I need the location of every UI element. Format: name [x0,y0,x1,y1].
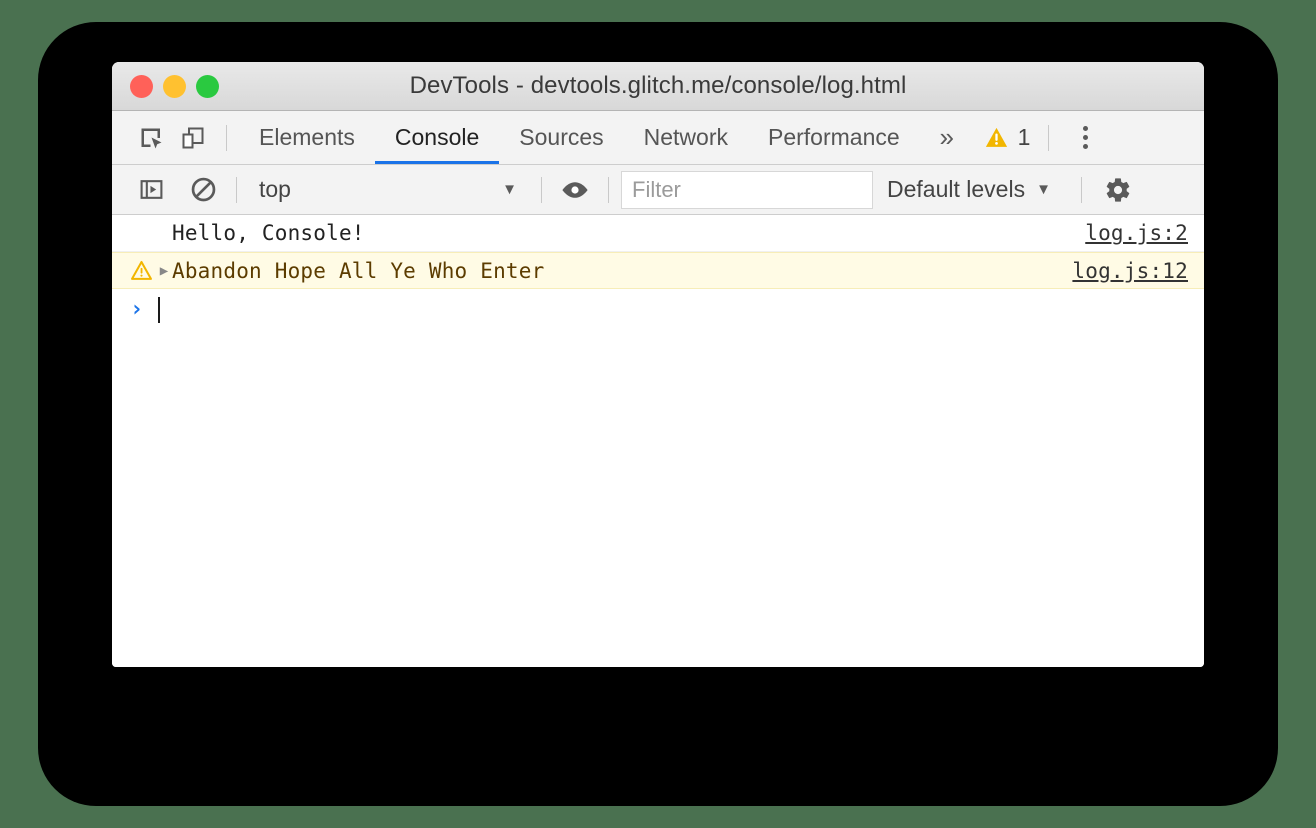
window-titlebar: DevTools - devtools.glitch.me/console/lo… [112,62,1204,111]
javascript-context-selector[interactable]: top ▼ [249,171,529,209]
console-message-row[interactable]: Hello, Console! log.js:2 [112,215,1204,252]
console-prompt-row[interactable]: › [112,289,1204,331]
toolbar-divider-3 [608,176,609,203]
console-filter-input[interactable] [621,170,873,209]
console-sidebar-toggle-icon[interactable] [130,170,172,210]
warning-icon [130,259,156,282]
warning-icon [985,127,1007,147]
tabbar-divider-right [1048,124,1050,151]
text-cursor [158,297,160,323]
console-log-levels-value: Default levels [887,176,1026,202]
kebab-dot [1082,126,1088,131]
tab-network[interactable]: Network [624,111,748,164]
maximize-window-button[interactable] [196,74,219,98]
warning-count-badge[interactable]: 1 [974,124,1037,151]
close-window-button[interactable] [130,74,153,98]
prompt-chevron-icon: › [130,297,144,322]
toolbar-divider-1 [236,176,237,203]
kebab-dot [1082,135,1088,140]
tab-console-label: Console [394,124,480,150]
tab-sources[interactable]: Sources [499,111,623,164]
more-tabs-chevron-icon[interactable]: » [920,118,974,158]
kebab-dot [1082,144,1088,149]
toolbar-divider-4 [1080,176,1082,203]
window-title: DevTools - devtools.glitch.me/console/lo… [409,72,907,99]
inspect-element-icon[interactable] [130,118,172,158]
console-message-text: Abandon Hope All Ye Who Enter [172,258,545,283]
traffic-light-group [130,62,219,110]
console-message-row[interactable]: ▶ Abandon Hope All Ye Who Enter log.js:1… [112,252,1204,289]
tab-console[interactable]: Console [374,111,500,164]
message-expander-triangle-icon[interactable]: ▶ [156,264,172,278]
device-toolbar-icon[interactable] [172,118,214,158]
chevron-down-icon: ▼ [502,181,517,198]
live-expression-eye-icon[interactable] [554,170,596,210]
devtools-window: DevTools - devtools.glitch.me/console/lo… [112,62,1204,667]
devtools-tabbar: Elements Console Sources Network Perform… [112,111,1204,165]
console-message-text: Hello, Console! [172,221,365,245]
tab-elements[interactable]: Elements [239,111,375,164]
console-log-levels-selector[interactable]: Default levels ▼ [873,171,1065,209]
toolbar-divider-2 [541,176,542,203]
clear-console-icon[interactable] [182,170,224,210]
tab-performance-label: Performance [768,124,900,150]
tab-elements-label: Elements [259,124,355,150]
tabbar-divider [226,124,227,151]
more-tabs-label: » [939,122,954,152]
minimize-window-button[interactable] [163,74,186,98]
console-toolbar: top ▼ Default levels ▼ [112,165,1204,215]
console-message-list[interactable]: Hello, Console! log.js:2 ▶ Abandon Hope … [112,215,1204,667]
tab-performance[interactable]: Performance [748,111,920,164]
tab-sources-label: Sources [519,124,604,150]
javascript-context-value: top [259,176,291,202]
console-message-source-link[interactable]: log.js:12 [1072,259,1188,283]
tab-network-label: Network [643,124,728,150]
console-settings-gear-icon[interactable] [1094,170,1142,210]
warning-count-label: 1 [1017,124,1031,150]
devtools-main-menu-button[interactable] [1061,118,1109,158]
chevron-down-icon: ▼ [1036,181,1051,198]
console-message-source-link[interactable]: log.js:2 [1085,221,1188,245]
